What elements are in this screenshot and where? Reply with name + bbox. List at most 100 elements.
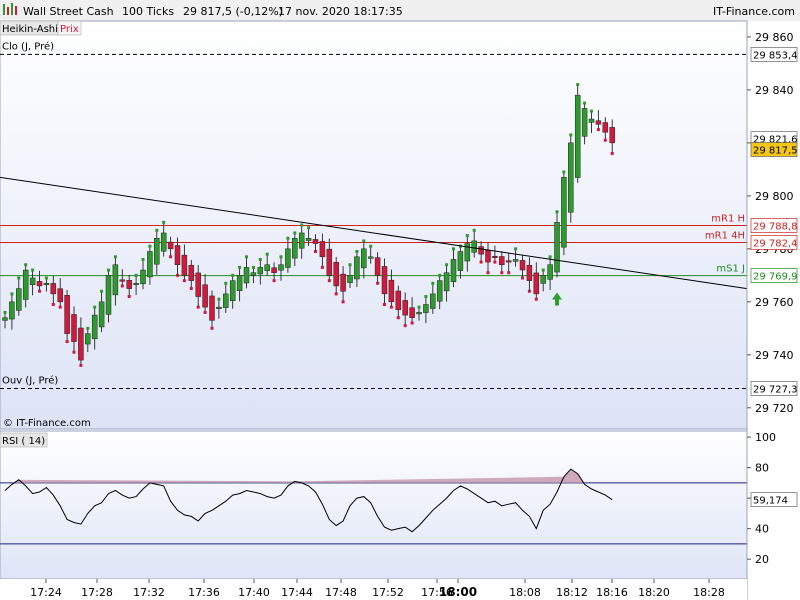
- candle-bear: [36, 281, 43, 287]
- candle-bull: [581, 108, 588, 137]
- candle-bear: [485, 250, 491, 263]
- candle-bear: [195, 272, 201, 297]
- candle-marker: [38, 289, 41, 293]
- candle-marker: [189, 287, 193, 291]
- candle-bear: [312, 239, 319, 244]
- candle-marker: [562, 170, 566, 174]
- candle-marker: [24, 263, 28, 267]
- candle-bear: [402, 300, 408, 316]
- time-axis-label: 18:12: [556, 586, 588, 599]
- candle-marker: [576, 83, 580, 87]
- candle-marker: [590, 109, 593, 113]
- candle-marker: [376, 281, 380, 285]
- candle-marker: [403, 324, 407, 328]
- candle-bull: [416, 312, 422, 315]
- candle-bear: [340, 273, 346, 292]
- candle-marker: [534, 297, 538, 301]
- candle-marker: [527, 289, 531, 293]
- candle-bull: [257, 267, 264, 275]
- level-name: mR1 H: [711, 214, 745, 225]
- candle-marker: [603, 138, 607, 142]
- candle-marker: [445, 263, 449, 267]
- candle-marker: [3, 310, 7, 314]
- candle-marker: [555, 210, 559, 214]
- candle-marker: [569, 133, 573, 137]
- candle-bull: [85, 333, 91, 345]
- candle-bull: [354, 256, 360, 280]
- candle-marker: [293, 231, 297, 235]
- candle-bear: [167, 241, 174, 250]
- level-name: mR1 4H: [705, 230, 745, 241]
- candle-marker: [93, 305, 97, 309]
- candle-bull: [574, 94, 581, 178]
- candle-bear: [57, 288, 63, 303]
- candle-bull: [140, 269, 146, 285]
- candle-bull: [443, 272, 450, 292]
- candle-bear: [388, 279, 395, 303]
- candle-bull: [430, 293, 436, 309]
- candle-marker: [31, 268, 35, 272]
- candle-marker: [58, 305, 62, 309]
- time-axis-label: 17:52: [372, 586, 404, 599]
- candle-marker: [327, 279, 331, 283]
- candle-bear: [492, 255, 498, 258]
- candle-marker: [162, 220, 166, 224]
- candle-bear: [609, 127, 615, 144]
- level-name: Clo (J, Pré): [2, 40, 54, 52]
- time-axis-label: 17:40: [238, 586, 270, 599]
- candle-marker: [548, 255, 552, 259]
- candle-marker: [258, 257, 262, 261]
- rsi-value-label: 59,174: [753, 496, 788, 507]
- candle-bull: [160, 232, 167, 252]
- candle-bull: [540, 275, 546, 284]
- candle-marker: [383, 302, 386, 306]
- candle-marker: [314, 249, 317, 253]
- candle-bull: [554, 222, 560, 273]
- price-axis: 29 72029 74029 76029 78029 80029 82029 8…: [747, 31, 798, 566]
- time-axis-label: 18:00: [439, 585, 477, 599]
- candle-bull: [9, 301, 15, 320]
- candle-marker: [155, 228, 159, 232]
- price-axis-label: 29 840: [755, 84, 794, 97]
- rsi-indicator-label: RSI ( 14): [2, 436, 45, 447]
- level-price-label: 29 727,3: [753, 384, 798, 395]
- price-axis-label: 29 800: [755, 190, 794, 203]
- price-axis-label: 29 720: [755, 402, 794, 415]
- time-axis-label: 17:36: [188, 586, 220, 599]
- candle-bull: [264, 264, 270, 271]
- candle-marker: [245, 255, 248, 259]
- candle-bear: [595, 120, 602, 125]
- candle-marker: [107, 268, 110, 272]
- candle-bull: [250, 272, 257, 276]
- candle-bull: [305, 237, 312, 241]
- level-price-label: 29 788,8: [753, 222, 798, 233]
- candle-marker: [541, 268, 545, 272]
- candle-bull: [2, 317, 8, 321]
- candle-marker: [286, 236, 290, 240]
- candle-bear: [333, 261, 339, 287]
- candle-bear: [181, 254, 188, 276]
- candle-bear: [526, 264, 533, 281]
- candle-bull: [285, 248, 291, 268]
- candle-marker: [231, 273, 235, 277]
- candle-marker: [431, 281, 435, 285]
- price-axis-label: 29 860: [755, 31, 794, 44]
- price-panel: [0, 20, 748, 430]
- candle-marker: [65, 340, 69, 344]
- candle-bull: [98, 301, 105, 328]
- candle-marker: [72, 350, 76, 354]
- candle-bear: [71, 314, 77, 342]
- candle-marker: [514, 247, 518, 251]
- candle-bear: [505, 260, 512, 263]
- candle-marker: [369, 244, 373, 248]
- candle-marker: [134, 273, 138, 277]
- candle-bear: [64, 295, 70, 334]
- candle-bull: [361, 248, 367, 269]
- candle-bull: [512, 259, 519, 262]
- rsi-axis-label: 80: [755, 462, 769, 475]
- candle-bull: [243, 267, 250, 284]
- candle-bull: [223, 293, 229, 308]
- candle-bear: [602, 122, 609, 133]
- candle-bull: [292, 237, 298, 259]
- time-axis-label: 17:28: [81, 586, 113, 599]
